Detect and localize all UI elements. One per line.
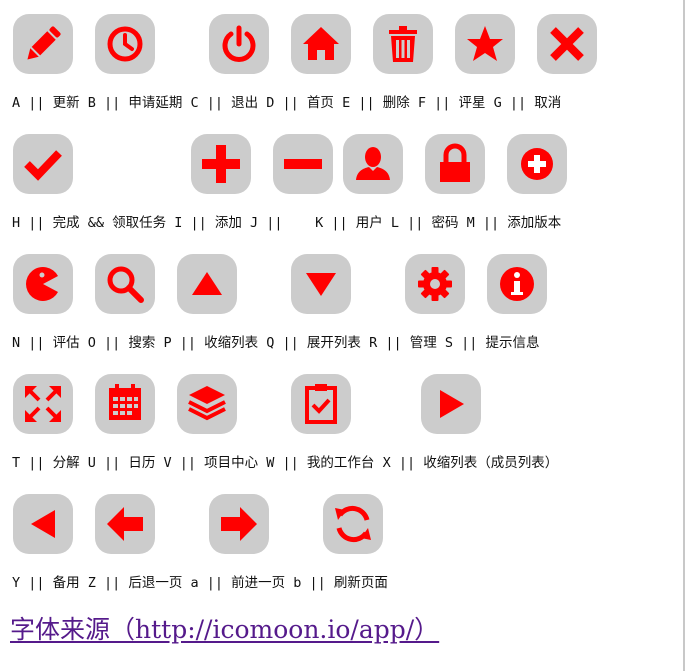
pacman-icon [25, 267, 58, 301]
add-button[interactable] [191, 134, 251, 194]
star-icon [467, 26, 503, 61]
expand-list-button[interactable] [291, 254, 351, 314]
info-icon [500, 267, 534, 301]
clock-button[interactable] [95, 14, 155, 74]
gear-icon [418, 267, 452, 301]
add-version-button[interactable] [507, 134, 567, 194]
user-button[interactable] [343, 134, 403, 194]
home-button[interactable] [291, 14, 351, 74]
decompose-button[interactable] [13, 374, 73, 434]
row-5-caption: Y || 备用 Z || 后退一页 a || 前进一页 b || 刷新页面 [12, 575, 388, 591]
minus-icon [284, 159, 322, 169]
refresh-button[interactable] [323, 494, 383, 554]
row-2-caption: H || 完成 && 领取任务 I || 添加 J || K || 用户 L |… [12, 215, 562, 231]
lock-button[interactable] [425, 134, 485, 194]
workbench-button[interactable] [291, 374, 351, 434]
close-icon [550, 27, 584, 61]
power-icon [222, 25, 256, 62]
play-icon [440, 390, 464, 418]
search-icon [107, 266, 144, 303]
search-button[interactable] [95, 254, 155, 314]
collapse-list-button[interactable] [177, 254, 237, 314]
reserve-button[interactable] [13, 494, 73, 554]
collapse-member-list-button[interactable] [421, 374, 481, 434]
manage-button[interactable] [405, 254, 465, 314]
evaluate-button[interactable] [13, 254, 73, 314]
power-button[interactable] [209, 14, 269, 74]
layers-icon [188, 386, 226, 421]
check-icon [24, 150, 62, 181]
home-icon [303, 27, 339, 60]
trash-button[interactable] [373, 14, 433, 74]
lock-icon [440, 143, 470, 182]
info-button[interactable] [487, 254, 547, 314]
pencil-button[interactable] [13, 14, 73, 74]
triangle-up-icon [192, 272, 222, 295]
project-center-button[interactable] [177, 374, 237, 434]
minus-button[interactable] [273, 134, 333, 194]
refresh-icon [335, 505, 371, 543]
row-4-caption: T || 分解 U || 日历 V || 项目中心 W || 我的工作台 X |… [12, 455, 559, 471]
arrow-right-icon [221, 507, 257, 541]
row-1-caption: A || 更新 B || 申请延期 C || 退出 D || 首页 E || 删… [12, 95, 562, 111]
pencil-icon [27, 26, 61, 60]
trash-icon [389, 26, 417, 62]
star-button[interactable] [455, 14, 515, 74]
triangle-left-icon [31, 510, 55, 538]
arrow-left-icon [107, 507, 143, 541]
back-page-button[interactable] [95, 494, 155, 554]
user-icon [356, 147, 390, 180]
plus-circle-icon [521, 148, 553, 180]
check-button[interactable] [13, 134, 73, 194]
plus-icon [202, 145, 240, 183]
row-3-caption: N || 评估 O || 搜索 P || 收缩列表 Q || 展开列表 R ||… [12, 335, 540, 351]
icon-font-source-link[interactable]: 字体来源（http://icomoon.io/app/） [10, 610, 439, 646]
forward-page-button[interactable] [209, 494, 269, 554]
clock-icon [107, 26, 143, 62]
close-button[interactable] [537, 14, 597, 74]
calendar-icon [109, 384, 141, 420]
calendar-button[interactable] [95, 374, 155, 434]
clipboard-check-icon [305, 384, 337, 424]
triangle-down-icon [306, 273, 336, 296]
expand-arrows-icon [25, 386, 61, 422]
